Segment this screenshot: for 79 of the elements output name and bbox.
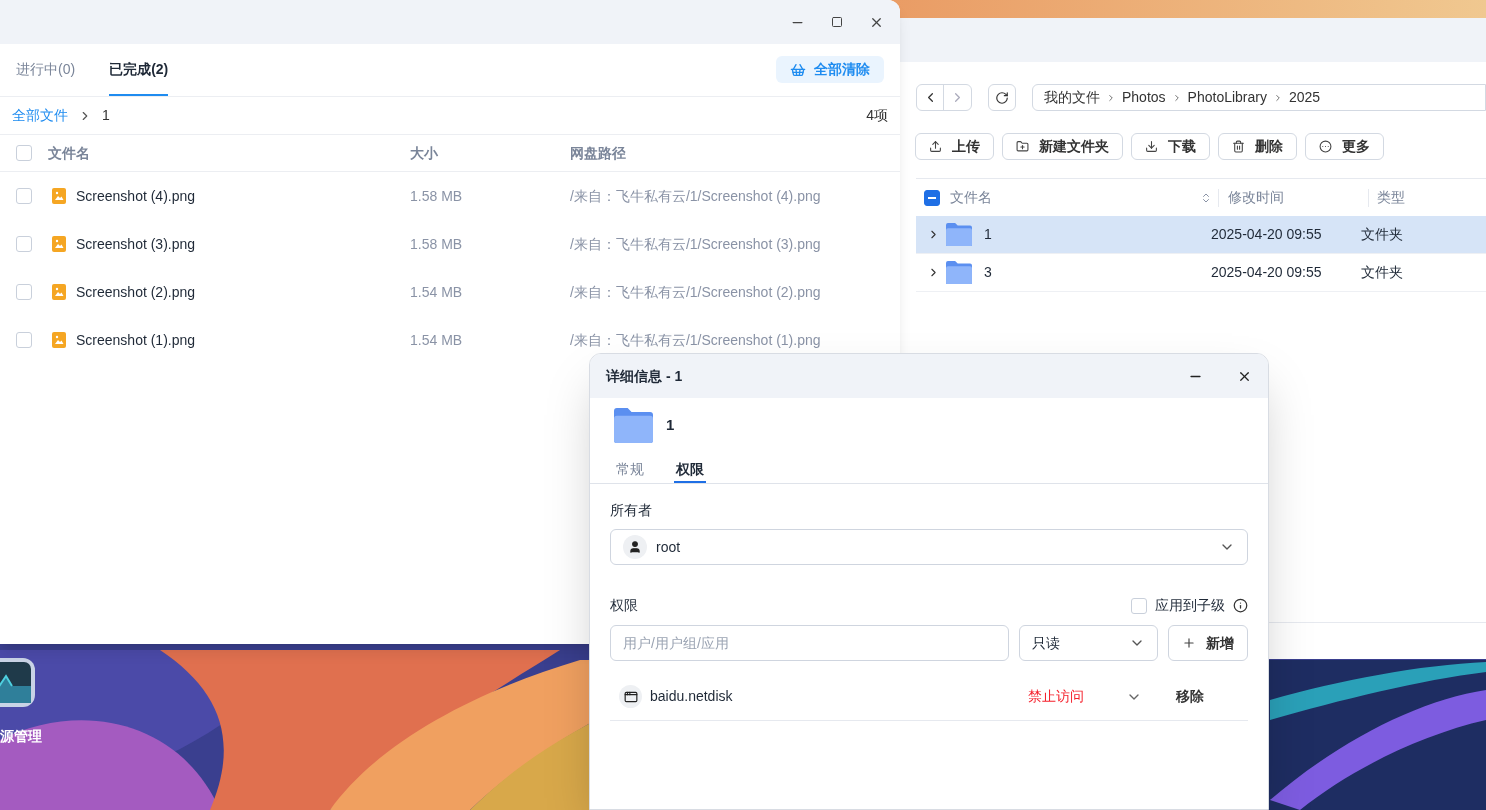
checkbox-label: 应用到子级 [1155,596,1225,616]
desktop-icon-label: 源管理 [0,727,42,746]
column-header: 大小 [410,143,439,163]
column-header: 网盘路径 [570,143,626,163]
basket-icon [790,61,806,78]
file-path: /来自：飞牛私有云/1/Screenshot (4).png [570,186,821,206]
more-icon [1319,140,1332,153]
refresh-icon [995,90,1009,105]
refresh-button[interactable] [988,84,1016,111]
toolbar-button[interactable]: 下载 [1131,133,1210,160]
app-icon [619,685,642,709]
tab[interactable]: 权限 [674,457,706,484]
file-size: 1.54 MB [410,282,464,302]
image-file-icon [52,236,66,252]
folder-name: 3 [984,263,993,282]
modified-time: 2025-04-20 09:55 [1211,263,1323,282]
column-header: 修改时间 [1228,188,1285,207]
image-file-icon [52,188,66,204]
file-type: 文件夹 [1361,225,1403,244]
file-name: Screenshot (2).png [76,282,196,302]
plus-icon [1182,636,1196,651]
folder-name: 1 [984,225,993,244]
folder-name: 1 [666,415,675,436]
toolbar-button[interactable]: 删除 [1218,133,1297,160]
info-icon[interactable] [1233,598,1248,614]
column-header: 文件名 [48,143,91,163]
owner-select[interactable]: root [610,529,1248,566]
breadcrumb-current: 1 [102,106,110,125]
file-name: Screenshot (4).png [76,186,196,206]
user-input-field[interactable]: 用户/用户组/应用 [610,625,1009,662]
file-name: Screenshot (3).png [76,234,196,254]
image-file-icon [52,284,66,300]
path-field[interactable]: 我的文件 Photos PhotoLibrary 2025 [1032,84,1486,111]
item-count: 4项 [866,106,888,125]
column-header: 文件名 [950,188,993,207]
user-avatar-icon [623,535,647,560]
file-size: 1.58 MB [410,234,464,254]
permission-label: 权限 [610,596,638,616]
access-dropdown[interactable]: 禁止访问 [1028,686,1142,708]
file-path: /来自：飞牛私有云/1/Screenshot (3).png [570,234,821,254]
breadcrumb-link[interactable]: 全部文件 [12,105,68,126]
download-icon [1145,140,1158,153]
add-button[interactable]: 新增 [1168,625,1248,662]
path-segment[interactable]: PhotoLibrary [1187,87,1267,108]
trash-icon [1232,140,1245,153]
file-path: /来自：飞牛私有云/1/Screenshot (2).png [570,282,821,302]
folder-plus-icon [1016,140,1029,153]
file-size: 1.54 MB [410,330,464,350]
folder-icon [946,222,972,247]
remove-link[interactable]: 移除 [1176,686,1204,708]
owner-label: 所有者 [610,501,653,521]
file-size: 1.58 MB [410,186,464,206]
entry-name: baidu.netdisk [650,687,734,707]
file-type: 文件夹 [1361,263,1403,282]
tab[interactable]: 进行中(0) [16,44,76,96]
path-segment[interactable]: 我的文件 [1044,87,1100,108]
toolbar-button[interactable]: 更多 [1305,133,1384,160]
access-select[interactable]: 只读 [1019,625,1158,662]
modified-time: 2025-04-20 09:55 [1211,225,1323,244]
column-header: 类型 [1377,188,1405,207]
upload-icon [929,140,942,153]
toolbar-button[interactable]: 上传 [915,133,994,160]
folder-icon [946,260,972,285]
tab[interactable]: 已完成(2) [109,44,169,96]
path-segment[interactable]: 2025 [1289,87,1321,108]
file-path: /来自：飞牛私有云/1/Screenshot (1).png [570,330,821,350]
sort-icon[interactable] [1200,191,1212,204]
path-segment[interactable]: Photos [1122,87,1166,108]
tab[interactable]: 常规 [614,457,646,484]
dialog-title: 详细信息 - 1 [606,366,683,386]
checkbox[interactable] [924,189,940,206]
folder-row[interactable]: 1 2025-04-20 09:55 文件夹 [916,216,1486,254]
image-file-icon [52,332,66,348]
chevron-right-icon [1273,92,1283,103]
toolbar-button[interactable]: 新建文件夹 [1002,133,1123,160]
file-name: Screenshot (1).png [76,330,196,350]
chevron-right-icon [1106,92,1116,103]
folder-icon [614,408,653,444]
maximize-icon[interactable] [831,16,843,28]
